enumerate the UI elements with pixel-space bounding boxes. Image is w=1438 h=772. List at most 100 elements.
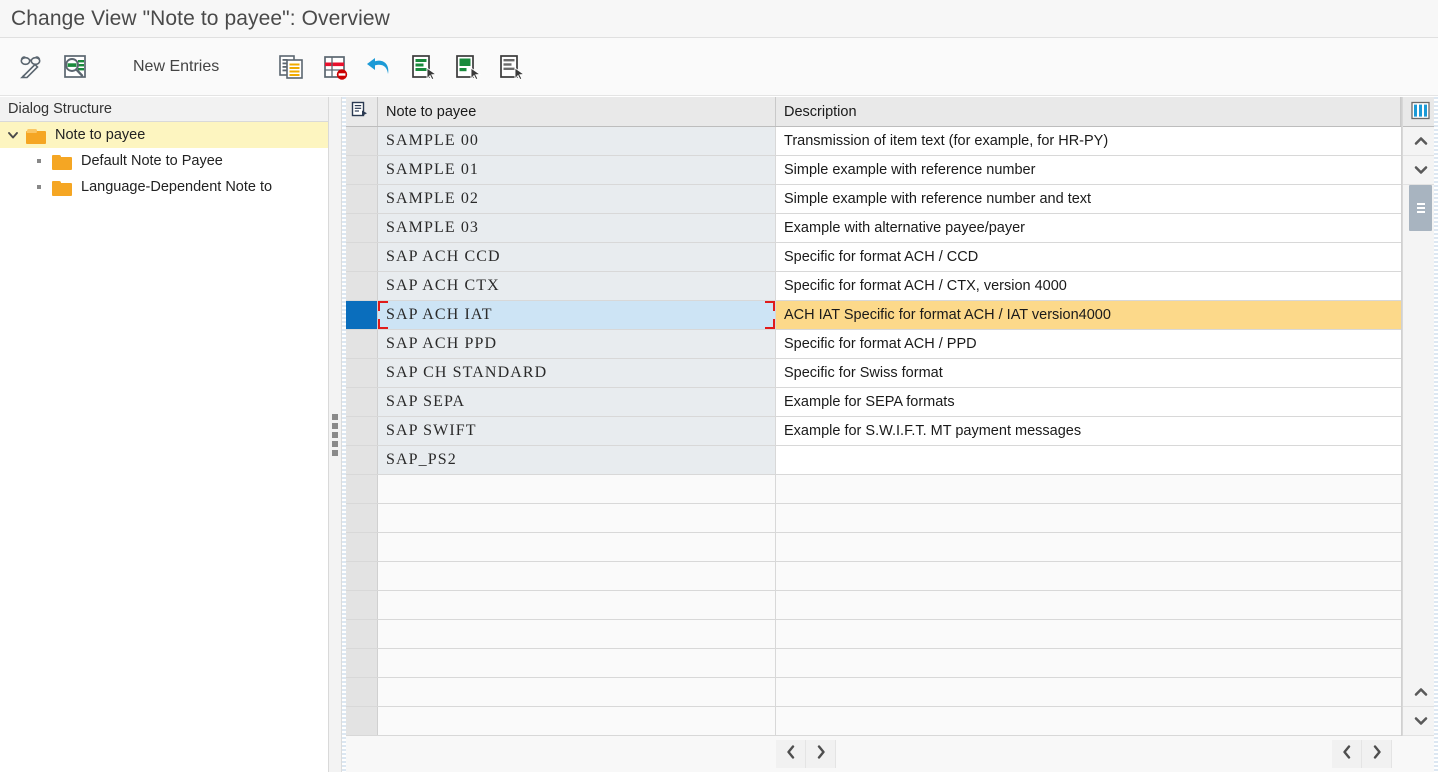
sidebar-item-note-to-payee[interactable]: Note to payee bbox=[0, 122, 328, 148]
cell-note-to-payee[interactable]: SAMPLE 01 bbox=[378, 156, 776, 184]
sidebar-item-default-note-to-payee[interactable]: Default Note to Payee bbox=[0, 148, 328, 174]
table-row[interactable]: SAMPLE 03 Example with alternative payee… bbox=[342, 214, 1401, 243]
row-marker[interactable] bbox=[342, 417, 378, 445]
cell-description[interactable]: Specific for Swiss format bbox=[776, 359, 1401, 387]
row-marker[interactable] bbox=[342, 504, 378, 532]
row-marker[interactable] bbox=[342, 156, 378, 184]
row-marker[interactable] bbox=[342, 388, 378, 416]
cell-note-to-payee[interactable]: SAP SEPA bbox=[378, 388, 776, 416]
cell-note-to-payee[interactable] bbox=[378, 678, 776, 706]
cell-description[interactable]: Simple example with reference number and… bbox=[776, 185, 1401, 213]
display-change-button[interactable] bbox=[9, 45, 53, 89]
table-row-selected[interactable]: SAP ACH IAT ACH IAT Specific for format … bbox=[342, 301, 1401, 330]
cell-description[interactable]: Simple example with reference number bbox=[776, 156, 1401, 184]
table-row[interactable]: SAP CH STANDARD Specific for Swiss forma… bbox=[342, 359, 1401, 388]
cell-description[interactable]: ACH IAT Specific for format ACH / IAT ve… bbox=[776, 301, 1401, 329]
table-row[interactable]: SAP ACH PPD Specific for format ACH / PP… bbox=[342, 330, 1401, 359]
table-row[interactable]: SAMPLE 01 Simple example with reference … bbox=[342, 156, 1401, 185]
cell-note-to-payee[interactable] bbox=[378, 475, 776, 503]
page-next-right-button[interactable] bbox=[1362, 740, 1392, 768]
row-marker[interactable] bbox=[342, 446, 378, 474]
cell-note-to-payee[interactable]: SAP_PS2 bbox=[378, 446, 776, 474]
row-marker[interactable] bbox=[342, 127, 378, 155]
chevron-down-icon[interactable] bbox=[0, 129, 26, 141]
cell-description[interactable] bbox=[776, 707, 1401, 735]
column-header-description[interactable]: Description bbox=[776, 97, 1401, 126]
search-document-button[interactable] bbox=[53, 45, 97, 89]
row-marker-selected[interactable] bbox=[342, 301, 378, 329]
cell-note-to-payee[interactable]: SAP ACH CTX bbox=[378, 272, 776, 300]
table-row-empty[interactable] bbox=[342, 707, 1401, 736]
table-row[interactable]: SAP SEPA Example for SEPA formats bbox=[342, 388, 1401, 417]
table-settings-button[interactable] bbox=[1403, 97, 1438, 127]
row-marker[interactable] bbox=[342, 707, 378, 735]
cell-description[interactable] bbox=[776, 504, 1401, 532]
cell-description[interactable]: Example for SEPA formats bbox=[776, 388, 1401, 416]
cell-description[interactable] bbox=[776, 678, 1401, 706]
table-row-empty[interactable] bbox=[342, 678, 1401, 707]
deselect-all-button[interactable] bbox=[489, 45, 533, 89]
cell-note-to-payee[interactable]: SAP ACH PPD bbox=[378, 330, 776, 358]
table-row[interactable]: SAP ACH CCD Specific for format ACH / CC… bbox=[342, 243, 1401, 272]
row-marker[interactable] bbox=[342, 214, 378, 242]
cell-note-to-payee[interactable] bbox=[378, 562, 776, 590]
panel-splitter[interactable] bbox=[329, 97, 342, 772]
scroll-down-button[interactable] bbox=[1403, 156, 1438, 185]
cell-description[interactable]: Specific for format ACH / CTX, version 4… bbox=[776, 272, 1401, 300]
page-next-left-button[interactable] bbox=[806, 740, 836, 768]
row-marker[interactable] bbox=[342, 533, 378, 561]
page-previous-right-button[interactable] bbox=[1332, 740, 1362, 768]
scroll-track[interactable] bbox=[1403, 231, 1438, 678]
select-block-button[interactable] bbox=[445, 45, 489, 89]
row-marker[interactable] bbox=[342, 243, 378, 271]
cell-description[interactable]: Specific for format ACH / CCD bbox=[776, 243, 1401, 271]
cell-description[interactable] bbox=[776, 562, 1401, 590]
table-row[interactable]: SAP SWIFT Example for S.W.I.F.T. MT paym… bbox=[342, 417, 1401, 446]
row-marker[interactable] bbox=[342, 475, 378, 503]
cell-description[interactable]: Example for S.W.I.F.T. MT payment messag… bbox=[776, 417, 1401, 445]
page-previous-left-button[interactable] bbox=[776, 740, 806, 768]
row-marker[interactable] bbox=[342, 272, 378, 300]
table-row-empty[interactable] bbox=[342, 533, 1401, 562]
select-all-button[interactable] bbox=[401, 45, 445, 89]
table-vertical-scrollbar[interactable] bbox=[1402, 97, 1438, 736]
table-row-empty[interactable] bbox=[342, 649, 1401, 678]
cell-note-to-payee[interactable]: SAP ACH CCD bbox=[378, 243, 776, 271]
new-entries-button[interactable]: New Entries bbox=[117, 58, 235, 76]
row-marker[interactable] bbox=[342, 330, 378, 358]
cell-note-to-payee[interactable]: SAMPLE 03 bbox=[378, 214, 776, 242]
cell-note-to-payee[interactable] bbox=[378, 533, 776, 561]
cell-description[interactable] bbox=[776, 620, 1401, 648]
sidebar-item-language-dependent-note[interactable]: Language-Dependent Note to bbox=[0, 174, 328, 200]
table-row-empty[interactable] bbox=[342, 475, 1401, 504]
scroll-thumb[interactable] bbox=[1409, 185, 1432, 231]
cell-description[interactable] bbox=[776, 475, 1401, 503]
scroll-down-button-bottom[interactable] bbox=[1403, 707, 1438, 736]
cell-description[interactable]: Example with alternative payee/payer bbox=[776, 214, 1401, 242]
delete-row-button[interactable] bbox=[313, 45, 357, 89]
row-marker[interactable] bbox=[342, 678, 378, 706]
row-marker[interactable] bbox=[342, 185, 378, 213]
cell-description[interactable] bbox=[776, 649, 1401, 677]
table-row[interactable]: SAMPLE 00 Transmission of item text (for… bbox=[342, 127, 1401, 156]
column-selector-header[interactable] bbox=[342, 97, 378, 126]
cell-note-to-payee[interactable] bbox=[378, 649, 776, 677]
cell-note-to-payee[interactable] bbox=[378, 620, 776, 648]
row-marker[interactable] bbox=[342, 591, 378, 619]
cell-note-to-payee[interactable]: SAMPLE 02 bbox=[378, 185, 776, 213]
cell-description[interactable]: Transmission of item text (for example, … bbox=[776, 127, 1401, 155]
undo-button[interactable] bbox=[357, 45, 401, 89]
row-marker[interactable] bbox=[342, 359, 378, 387]
table-row-empty[interactable] bbox=[342, 562, 1401, 591]
cell-description[interactable] bbox=[776, 446, 1401, 474]
row-marker[interactable] bbox=[342, 562, 378, 590]
table-row-empty[interactable] bbox=[342, 620, 1401, 649]
scroll-up-button-bottom[interactable] bbox=[1403, 678, 1438, 707]
cell-note-to-payee[interactable] bbox=[378, 707, 776, 735]
cell-description[interactable] bbox=[776, 533, 1401, 561]
table-row-empty[interactable] bbox=[342, 591, 1401, 620]
scroll-up-button[interactable] bbox=[1403, 127, 1438, 156]
table-row[interactable]: SAP ACH CTX Specific for format ACH / CT… bbox=[342, 272, 1401, 301]
table-row[interactable]: SAP_PS2 bbox=[342, 446, 1401, 475]
cell-description[interactable]: Specific for format ACH / PPD bbox=[776, 330, 1401, 358]
